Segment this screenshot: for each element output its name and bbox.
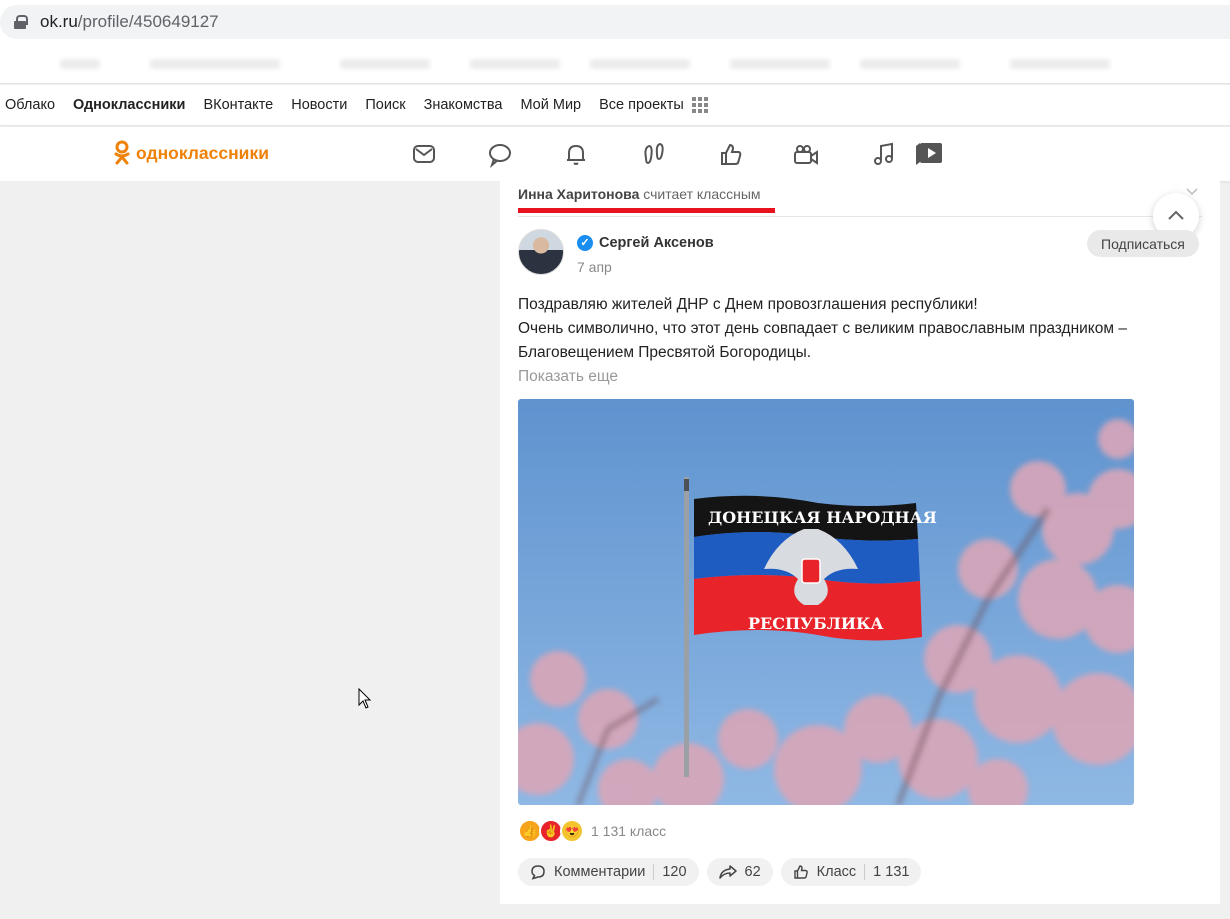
portal-link-moy-mir[interactable]: Мой Мир xyxy=(520,97,581,113)
browser-url-bar: ok.ru/profile/450649127 xyxy=(0,0,1230,44)
verified-icon: ✓ xyxy=(577,235,593,251)
flag-text-top: ДОНЕЦКАЯ НАРОДНАЯ xyxy=(708,508,937,527)
reactions-summary[interactable]: 👍 ✌ 😍 1 131 класс xyxy=(518,819,666,843)
subscribe-button[interactable]: Подписаться xyxy=(1087,230,1199,257)
comment-icon xyxy=(531,865,545,880)
comments-label: Комментарии xyxy=(554,864,646,880)
mouse-cursor-icon xyxy=(358,687,372,715)
bookmark-blurred[interactable] xyxy=(470,59,560,69)
post-photo[interactable]: ДОНЕЦКАЯ НАРОДНАЯ РЕСПУБЛИКА xyxy=(518,399,1134,805)
bookmark-blurred[interactable] xyxy=(60,59,100,69)
reactions-count: 1 131 класс xyxy=(591,823,667,839)
bookmark-blurred[interactable] xyxy=(150,59,280,69)
shares-count: 62 xyxy=(744,864,761,880)
portal-link-dating[interactable]: Знакомства xyxy=(424,97,503,113)
music-icon[interactable] xyxy=(870,140,898,168)
author-avatar[interactable] xyxy=(518,229,564,275)
activity-user[interactable]: Инна Харитонова xyxy=(518,186,639,202)
heart-eyes-reaction-icon: 😍 xyxy=(560,819,584,843)
apps-grid-icon[interactable] xyxy=(691,97,708,113)
post-text: Поздравляю жителей ДНР с Днем провозглаш… xyxy=(518,293,1158,365)
portal-nav: Облако Одноклассники ВКонтакте Новости П… xyxy=(0,85,1230,126)
comments-count: 120 xyxy=(662,864,687,880)
feed-post-card: Инна Харитонова считает классным ✓ Серге… xyxy=(500,181,1220,904)
ok-logo[interactable]: одноклассники xyxy=(114,140,269,166)
ok-logo-text: одноклассники xyxy=(136,142,269,163)
video-icon[interactable] xyxy=(792,140,820,168)
url-host: ok.ru xyxy=(40,12,78,31)
like-count: 1 131 xyxy=(873,864,910,880)
post-text-line: Благовещением Пресвятой Богородицы. xyxy=(518,344,812,361)
ok-toolbar: одноклассники xyxy=(0,127,1230,181)
post-actions: Комментарии 120 62 Класс 1 131 xyxy=(518,858,929,886)
chevron-up-icon xyxy=(1168,210,1184,220)
class-like-button[interactable]: Класс 1 131 xyxy=(780,858,922,886)
portal-link-oblako[interactable]: Облако xyxy=(5,97,55,113)
discussions-icon[interactable] xyxy=(486,140,514,169)
portal-link-all-projects[interactable]: Все проекты xyxy=(599,97,684,113)
url-path: /profile/450649127 xyxy=(77,12,219,31)
video-play-icon[interactable] xyxy=(914,140,942,168)
post-text-line: Очень символично, что этот день совпадае… xyxy=(518,320,1127,337)
show-more-link[interactable]: Показать еще xyxy=(518,368,618,386)
share-button[interactable]: 62 xyxy=(706,858,773,886)
ok-logo-icon xyxy=(114,140,130,165)
like-label: Класс xyxy=(816,864,857,880)
notifications-icon[interactable] xyxy=(562,140,590,168)
bookmark-blurred[interactable] xyxy=(340,59,430,69)
activity-text: считает классным xyxy=(643,186,761,202)
portal-link-search[interactable]: Поиск xyxy=(365,97,405,113)
bookmarks-bar xyxy=(0,44,1230,84)
bookmark-blurred[interactable] xyxy=(730,59,830,69)
likes-icon[interactable] xyxy=(717,140,745,168)
portal-link-odnoklassniki[interactable]: Одноклассники xyxy=(73,97,185,113)
bookmark-blurred[interactable] xyxy=(860,59,960,69)
messages-icon[interactable] xyxy=(410,140,438,168)
portal-link-news[interactable]: Новости xyxy=(291,97,347,113)
bookmark-blurred[interactable] xyxy=(1010,59,1110,69)
highlight-underline xyxy=(518,208,775,213)
portal-link-vkontakte[interactable]: ВКонтакте xyxy=(203,97,273,113)
flag-text-bottom: РЕСПУБЛИКА xyxy=(748,614,884,633)
divider xyxy=(653,864,655,880)
post-date[interactable]: 7 апр xyxy=(577,259,612,275)
address-field[interactable]: ok.ru/profile/450649127 xyxy=(0,5,1230,39)
left-column xyxy=(0,181,500,919)
bookmark-blurred[interactable] xyxy=(590,59,690,69)
thumbs-up-icon xyxy=(793,865,808,879)
divider xyxy=(864,864,866,880)
activity-line: Инна Харитонова считает классным xyxy=(518,186,761,202)
divider xyxy=(518,216,1202,217)
lock-icon[interactable] xyxy=(14,15,28,29)
post-text-line: Поздравляю жителей ДНР с Днем провозглаш… xyxy=(518,296,978,313)
comments-button[interactable]: Комментарии 120 xyxy=(518,858,699,886)
share-icon xyxy=(718,865,737,879)
author-name[interactable]: Сергей Аксенов xyxy=(599,235,714,251)
guests-icon[interactable] xyxy=(640,140,668,168)
